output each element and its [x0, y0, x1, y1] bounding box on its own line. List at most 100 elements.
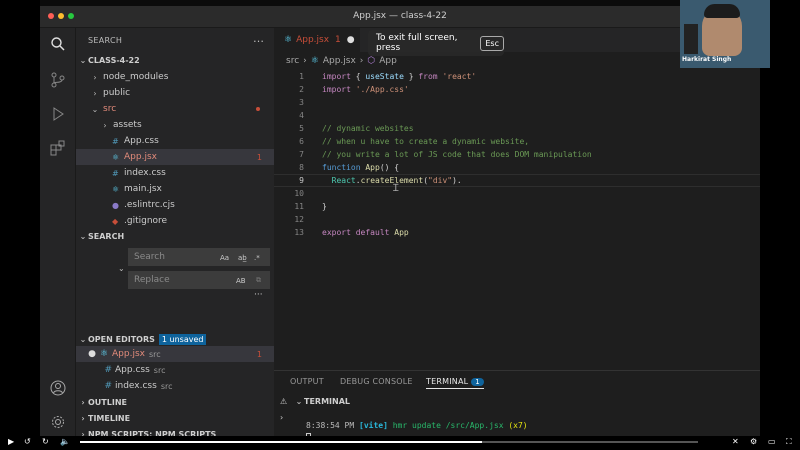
line-number: 1	[299, 72, 304, 81]
tree-item-main-jsx[interactable]: ⚛ main.jsx	[76, 181, 274, 197]
chevron-right-icon: ›	[93, 72, 97, 82]
window-title: App.jsx — class-4-22	[353, 11, 447, 21]
tree-item-assets[interactable]: › assets	[76, 117, 274, 133]
presenter-name: Harkirat Singh	[682, 56, 732, 63]
volume-icon[interactable]: 🔈	[60, 437, 70, 446]
whole-word-toggle[interactable]: ab̲	[238, 254, 247, 262]
code-line[interactable]: 4	[274, 109, 760, 122]
tree-item-gitignore[interactable]: ◆ .gitignore	[76, 213, 274, 229]
code-text: import './App.css'	[322, 85, 409, 94]
warning-triangle-icon[interactable]: ⚠	[280, 397, 287, 406]
code-line[interactable]: 2 import './App.css'	[274, 83, 760, 96]
search-section-title[interactable]: ⌄ SEARCH	[78, 232, 125, 241]
chevron-down-icon: ⌄	[91, 104, 99, 114]
code-line[interactable]: 5 // dynamic websites	[274, 122, 760, 135]
breadcrumb: src › ⚛ App.jsx › ⬡ App	[286, 56, 397, 66]
tab-debug-console[interactable]: DEBUG CONSOLE	[340, 377, 413, 386]
code-text: // dynamic websites	[322, 124, 414, 133]
line-number: 8	[299, 163, 304, 172]
symbol-function-icon: ⬡	[367, 56, 376, 66]
code-line[interactable]: 3	[274, 96, 760, 109]
preserve-case-toggle[interactable]: AB	[236, 277, 246, 285]
line-number: 12	[294, 215, 304, 224]
code-line[interactable]: 13 export default App	[274, 226, 760, 239]
regex-toggle[interactable]: .*	[254, 254, 260, 262]
chevron-right-icon: ›	[81, 398, 85, 407]
tree-item-src[interactable]: ⌄ src	[76, 101, 274, 117]
code-text: import { useState } from 'react'	[322, 72, 477, 81]
toggle-replace-icon[interactable]: ⌄	[118, 264, 125, 273]
code-text: // you write a lot of JS code that does …	[322, 150, 592, 159]
tree-item-app-css[interactable]: # App.css	[76, 133, 274, 149]
fullscreen-icon[interactable]: ⛶	[786, 437, 792, 447]
code-line[interactable]: 11}	[274, 200, 760, 213]
vscode-window: App.jsx — class-4-22 SEARCH … ⌄ CLASS-4-…	[40, 0, 760, 450]
modified-dot	[256, 107, 260, 111]
more-search-options-icon[interactable]: ···	[254, 290, 263, 300]
unsaved-dot-icon[interactable]: ●	[76, 349, 96, 359]
react-file-icon: ⚛	[284, 35, 293, 45]
chevron-right-icon[interactable]: ›	[280, 413, 283, 422]
run-debug-icon[interactable]	[48, 104, 68, 124]
pip-icon[interactable]: ▭	[768, 437, 776, 446]
tab-app-jsx[interactable]: ⚛ App.jsx 1 ●	[274, 28, 360, 52]
css-file-icon: #	[104, 365, 112, 375]
replace-input[interactable]: Replace	[128, 271, 270, 289]
tab-problem-badge: 1	[335, 35, 341, 45]
account-icon[interactable]	[48, 378, 68, 398]
code-line[interactable]: 1 import { useState } from 'react'	[274, 70, 760, 83]
tree-item-index-css[interactable]: # index.css	[76, 165, 274, 181]
forward-icon[interactable]: ↻	[42, 437, 49, 446]
unsaved-dot-icon[interactable]: ●	[347, 35, 355, 45]
eslint-file-icon: ●	[112, 200, 119, 210]
settings-icon[interactable]: ⚙	[750, 437, 757, 446]
git-file-icon: ◆	[112, 216, 119, 226]
line-number: 4	[299, 111, 304, 120]
timeline-section-title[interactable]: › TIMELINE	[78, 414, 130, 423]
settings-gear-icon[interactable]	[48, 412, 68, 432]
breadcrumb-src[interactable]: src	[286, 56, 299, 66]
video-player-bar: ▶ ↺ ↻ 🔈 ✕ ⚙ ▭ ⛶	[0, 436, 800, 450]
open-editor-app-css[interactable]: # App.css src	[76, 362, 274, 378]
search-input[interactable]: Search	[128, 248, 270, 266]
activity-bar	[40, 28, 76, 450]
line-number: 5	[299, 124, 304, 133]
speed-icon[interactable]: ✕	[732, 437, 739, 446]
tree-item-public[interactable]: › public	[76, 85, 274, 101]
search-icon[interactable]	[48, 34, 68, 54]
code-line[interactable]: 7 // you write a lot of JS code that does…	[274, 148, 760, 161]
code-line[interactable]: 8 function App() {	[274, 161, 760, 174]
code-line[interactable]: 12	[274, 213, 760, 226]
chevron-down-icon: ⌄	[79, 232, 87, 241]
tree-item-node-modules[interactable]: › node_modules	[76, 69, 274, 85]
match-case-toggle[interactable]: Aa	[220, 254, 229, 262]
line-number: 11	[294, 202, 304, 211]
video-progress-track[interactable]	[80, 441, 698, 443]
problem-count-badge: 1	[256, 152, 262, 162]
open-editor-index-css[interactable]: # index.css src	[76, 378, 274, 394]
terminal-log-line: 8:38:54 PM [vite] hmr update /src/App.js…	[306, 421, 528, 430]
code-line[interactable]: 6 // when u have to create a dynamic webs…	[274, 135, 760, 148]
more-actions-icon[interactable]: …	[253, 32, 264, 45]
replace-all-icon[interactable]: ⧉	[256, 276, 261, 285]
play-icon[interactable]: ▶	[8, 437, 14, 446]
rewind-icon[interactable]: ↺	[24, 437, 31, 446]
code-line[interactable]: 9 React.createElement("div").	[274, 174, 760, 187]
breadcrumb-file[interactable]: App.jsx	[323, 56, 356, 66]
breadcrumb-symbol[interactable]: App	[379, 56, 397, 66]
code-line[interactable]: 10	[274, 187, 760, 200]
open-editors-title[interactable]: ⌄ OPEN EDITORS 1 unsaved	[78, 334, 207, 345]
line-number: 7	[299, 150, 304, 159]
video-progress-fill	[80, 441, 482, 443]
terminal-section-title[interactable]: ⌄ TERMINAL	[294, 397, 350, 406]
source-control-icon[interactable]	[48, 70, 68, 90]
tree-item-app-jsx[interactable]: ⚛ App.jsx 1	[76, 149, 274, 165]
tab-output[interactable]: OUTPUT	[290, 377, 324, 386]
tab-terminal[interactable]: TERMINAL 1	[426, 377, 484, 389]
extensions-icon[interactable]	[48, 138, 68, 158]
tree-item-eslintrc[interactable]: ● .eslintrc.cjs	[76, 197, 274, 213]
outline-section-title[interactable]: › OUTLINE	[78, 398, 127, 407]
letterbox-left	[0, 0, 40, 450]
open-editor-app-jsx[interactable]: ● ⚛ App.jsx src 1	[76, 346, 274, 362]
project-section-title[interactable]: ⌄ CLASS-4-22	[78, 56, 140, 65]
